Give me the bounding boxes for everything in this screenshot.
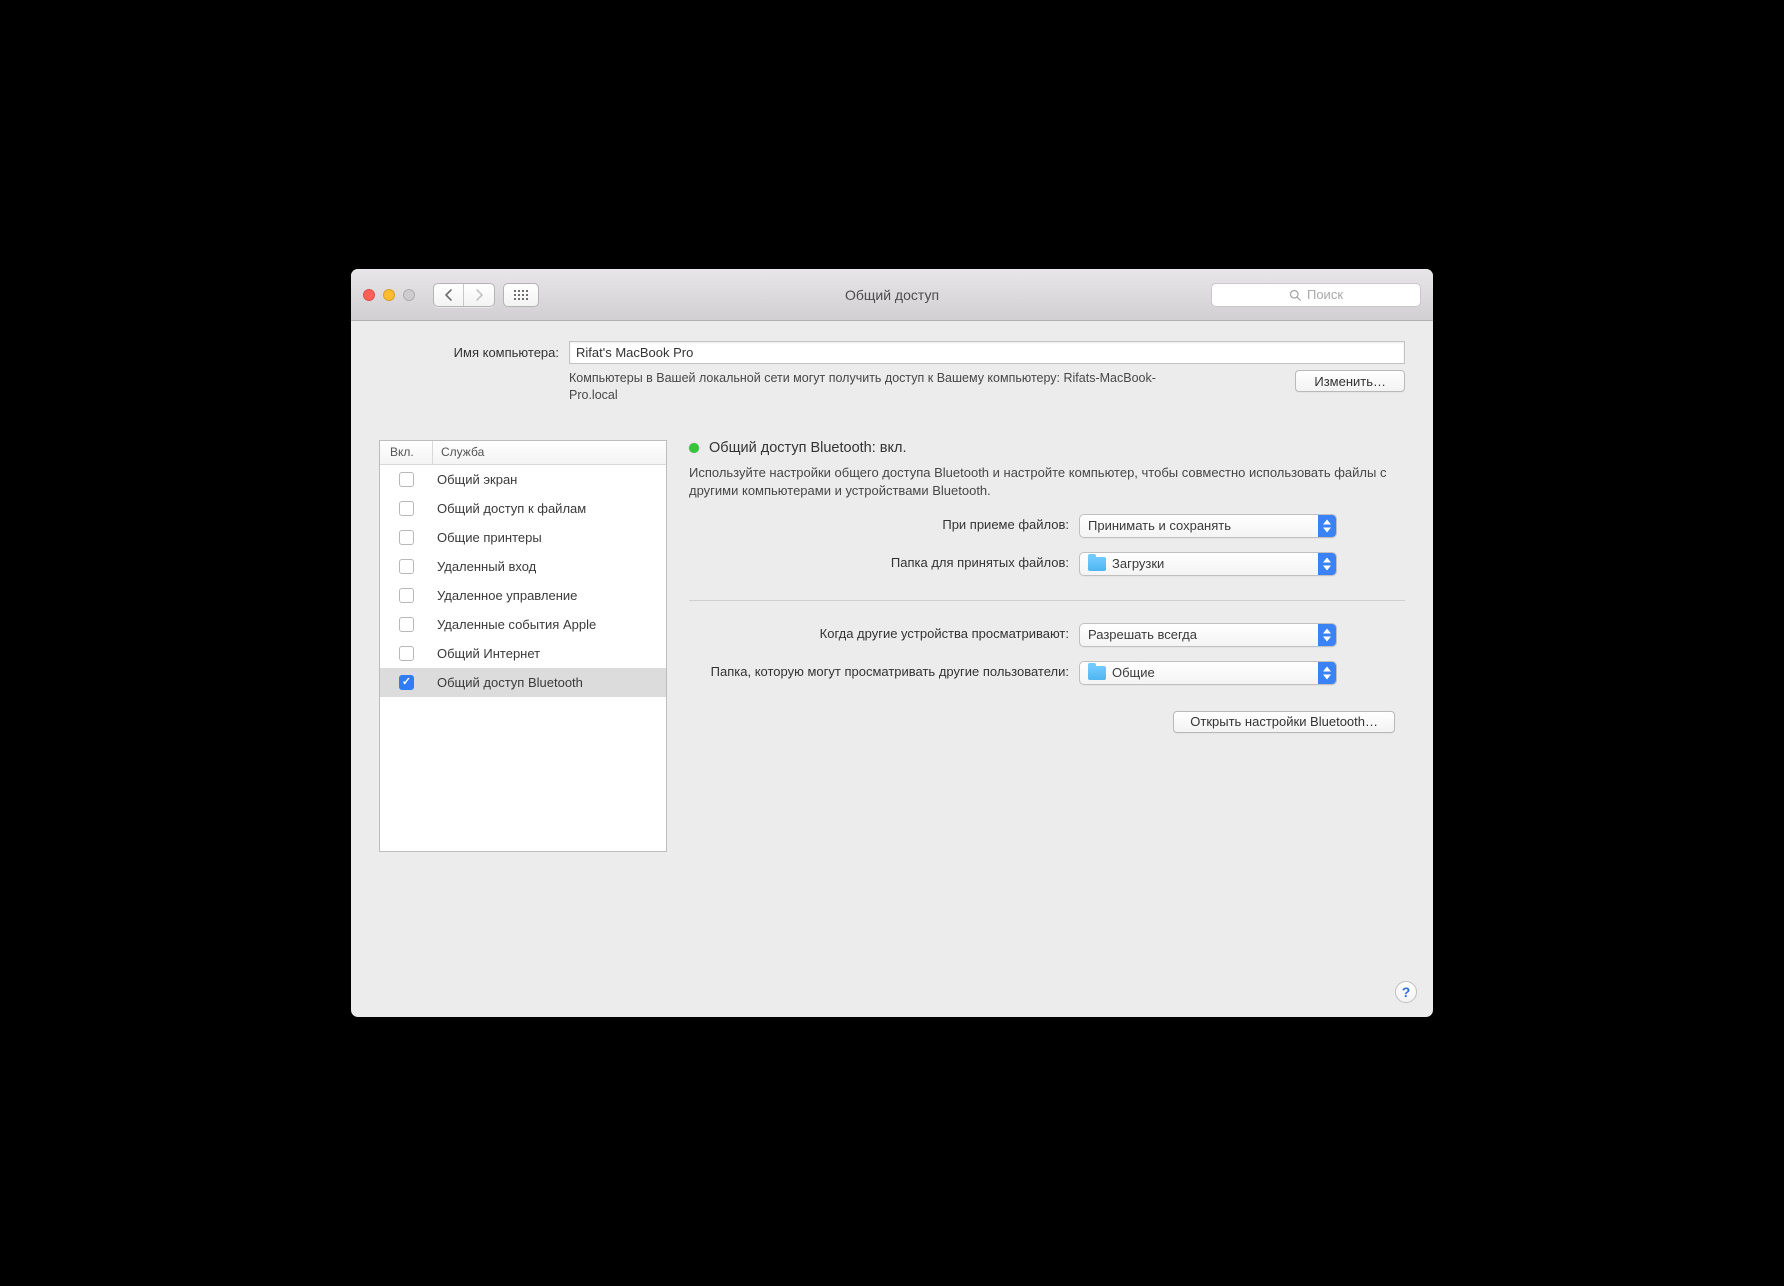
popup-value: Принимать и сохранять <box>1088 518 1231 533</box>
label-browse-folder: Папка, которую могут просматривать други… <box>689 664 1069 681</box>
col-on[interactable]: Вкл. <box>380 441 433 464</box>
search-placeholder: Поиск <box>1307 287 1343 302</box>
close-button[interactable] <box>363 289 375 301</box>
service-label: Общий Интернет <box>433 646 666 661</box>
row-receive-action: При приеме файлов: Принимать и сохранять <box>689 514 1405 538</box>
service-table: Вкл. Служба Общий экран Общий доступ к ф… <box>379 440 667 852</box>
popup-value: Разрешать всегда <box>1088 627 1197 642</box>
service-label: Общий экран <box>433 472 666 487</box>
service-row[interactable]: Общие принтеры <box>380 523 666 552</box>
popup-value: Общие <box>1112 665 1155 680</box>
search-field[interactable]: Поиск <box>1211 283 1421 307</box>
service-checkbox[interactable] <box>399 588 414 603</box>
folder-icon <box>1088 666 1106 680</box>
service-row[interactable]: Общий доступ к файлам <box>380 494 666 523</box>
nav-back-forward <box>433 283 495 307</box>
service-row[interactable]: Удаленные события Apple <box>380 610 666 639</box>
minimize-button[interactable] <box>383 289 395 301</box>
service-row[interactable]: Общий доступ Bluetooth <box>380 668 666 697</box>
computer-name-label: Имя компьютера: <box>379 345 559 360</box>
status-row: Общий доступ Bluetooth: вкл. <box>689 440 1405 456</box>
row-browse-action: Когда другие устройства просматривают: Р… <box>689 623 1405 647</box>
status-dot-icon <box>689 443 699 453</box>
popup-browse-action[interactable]: Разрешать всегда <box>1079 623 1337 647</box>
traffic-lights <box>363 289 415 301</box>
service-label: Удаленные события Apple <box>433 617 666 632</box>
row-receive-folder: Папка для принятых файлов: Загрузки <box>689 552 1405 576</box>
service-label: Общий доступ Bluetooth <box>433 675 666 690</box>
stepper-icon <box>1318 624 1336 646</box>
label-receive: При приеме файлов: <box>689 517 1069 534</box>
popup-value: Загрузки <box>1112 556 1164 571</box>
open-bluetooth-settings-button[interactable]: Открыть настройки Bluetooth… <box>1173 711 1395 733</box>
service-checkbox[interactable] <box>399 501 414 516</box>
service-label: Удаленный вход <box>433 559 666 574</box>
forward-button[interactable] <box>464 284 494 306</box>
service-checkbox[interactable] <box>399 646 414 661</box>
service-label: Общий доступ к файлам <box>433 501 666 516</box>
back-button[interactable] <box>434 284 464 306</box>
service-table-header: Вкл. Служба <box>380 441 666 465</box>
computer-name-row: Имя компьютера: <box>379 341 1405 364</box>
service-checkbox[interactable] <box>399 675 414 690</box>
help-icon: ? <box>1402 984 1411 1000</box>
service-row[interactable]: Общий экран <box>380 465 666 494</box>
service-checkbox[interactable] <box>399 530 414 545</box>
service-label: Удаленное управление <box>433 588 666 603</box>
popup-receive-action[interactable]: Принимать и сохранять <box>1079 514 1337 538</box>
detail-panel: Общий доступ Bluetooth: вкл. Используйте… <box>689 440 1405 1003</box>
panel-description: Используйте настройки общего доступа Blu… <box>689 464 1405 500</box>
service-checkbox[interactable] <box>399 617 414 632</box>
body: Имя компьютера: Компьютеры в Вашей локал… <box>351 321 1433 1017</box>
search-icon <box>1289 289 1301 301</box>
popup-receive-folder[interactable]: Загрузки <box>1079 552 1337 576</box>
help-button[interactable]: ? <box>1395 981 1417 1003</box>
service-checkbox[interactable] <box>399 472 414 487</box>
service-row[interactable]: Общий Интернет <box>380 639 666 668</box>
grid-icon <box>514 290 528 300</box>
col-service[interactable]: Служба <box>433 441 666 464</box>
titlebar: Общий доступ Поиск <box>351 269 1433 321</box>
stepper-icon <box>1318 662 1336 684</box>
service-row[interactable]: Удаленное управление <box>380 581 666 610</box>
sharing-prefs-window: Общий доступ Поиск Имя компьютера: Компь… <box>351 269 1433 1017</box>
status-title: Общий доступ Bluetooth: вкл. <box>709 440 906 456</box>
stepper-icon <box>1318 515 1336 537</box>
popup-browse-folder[interactable]: Общие <box>1079 661 1337 685</box>
separator <box>689 600 1405 601</box>
service-row[interactable]: Удаленный вход <box>380 552 666 581</box>
service-checkbox[interactable] <box>399 559 414 574</box>
row-browse-folder: Папка, которую могут просматривать други… <box>689 661 1405 685</box>
computer-name-input[interactable] <box>569 341 1405 364</box>
edit-hostname-button[interactable]: Изменить… <box>1295 370 1405 392</box>
service-label: Общие принтеры <box>433 530 666 545</box>
computer-name-hint: Компьютеры в Вашей локальной сети могут … <box>569 370 1179 404</box>
show-all-prefs-button[interactable] <box>503 283 539 307</box>
label-receive-folder: Папка для принятых файлов: <box>689 555 1069 572</box>
label-browse: Когда другие устройства просматривают: <box>689 626 1069 643</box>
zoom-button[interactable] <box>403 289 415 301</box>
stepper-icon <box>1318 553 1336 575</box>
folder-icon <box>1088 557 1106 571</box>
